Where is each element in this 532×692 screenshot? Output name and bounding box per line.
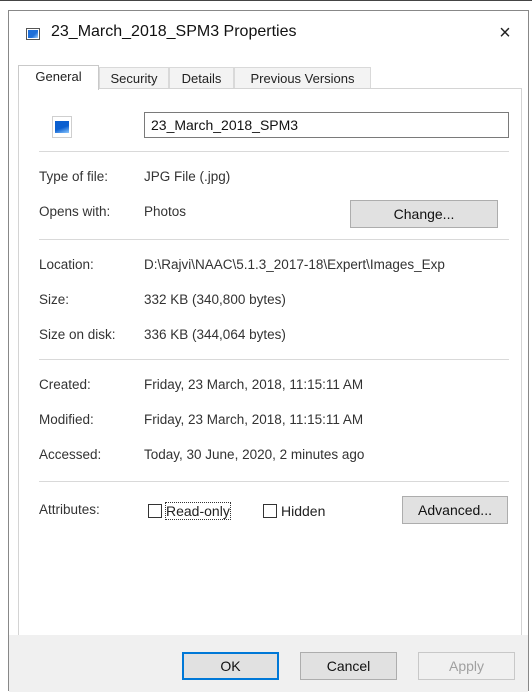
modified-label: Modified: [39,412,94,427]
divider [39,359,509,360]
size-value: 332 KB (340,800 bytes) [144,292,286,307]
checkbox-box[interactable] [263,504,277,518]
ok-button-label: OK [220,658,241,674]
tab-details[interactable]: Details [169,67,234,89]
tab-general[interactable]: General [18,65,99,90]
size-on-disk-value: 336 KB (344,064 bytes) [144,327,286,342]
tab-previous-versions[interactable]: Previous Versions [234,67,371,89]
change-button-label: Change... [393,206,455,222]
photo-file-icon [52,116,72,138]
properties-dialog: 23_March_2018_SPM3 Properties × General … [8,10,529,692]
opens-with-value: Photos [144,204,187,219]
title-bar[interactable]: 23_March_2018_SPM3 Properties × [9,11,528,55]
ok-button[interactable]: OK [182,652,279,680]
hidden-checkbox[interactable]: Hidden [263,501,325,521]
size-label: Size: [39,292,70,307]
advanced-button[interactable]: Advanced... [402,496,508,524]
file-name-input[interactable] [144,112,509,138]
general-panel: Type of file: JPG File (.jpg) Opens with… [18,88,522,675]
accessed-label: Accessed: [39,447,102,462]
close-button[interactable]: × [490,19,520,47]
size-on-disk-label: Size on disk: [39,327,116,342]
hidden-label: Hidden [281,503,326,519]
read-only-label: Read-only [165,502,231,520]
cancel-button-label: Cancel [326,658,371,674]
dialog-footer: OK Cancel Apply [9,635,528,692]
modified-value: Friday, 23 March, 2018, 11:15:11 AM [144,412,364,427]
type-of-file-label: Type of file: [39,169,109,184]
image-file-icon [26,28,40,40]
location-value: D:\Rajvi\NAAC\5.1.3_2017-18\Expert\Image… [144,257,445,272]
type-of-file-value: JPG File (.jpg) [144,169,231,184]
attributes-label: Attributes: [39,502,100,517]
window-title: 23_March_2018_SPM3 Properties [51,23,297,40]
opens-with-label: Opens with: [39,204,111,219]
apply-button-label: Apply [448,658,485,674]
divider [39,239,509,240]
created-value: Friday, 23 March, 2018, 11:15:11 AM [144,377,364,392]
tab-security[interactable]: Security [99,67,169,89]
created-label: Created: [39,377,91,392]
divider [39,481,509,482]
read-only-checkbox[interactable]: Read-only [148,501,231,521]
location-label: Location: [39,257,94,272]
cancel-button[interactable]: Cancel [300,652,397,680]
dialog-body: General Security Details Previous Versio… [9,55,528,675]
accessed-value: Today, 30 June, 2020, 2 minutes ago [144,447,365,462]
advanced-button-label: Advanced... [418,502,492,518]
checkbox-box[interactable] [148,504,162,518]
divider [39,151,509,152]
screen-top-line [0,0,532,1]
change-button[interactable]: Change... [350,200,498,228]
apply-button[interactable]: Apply [418,652,515,680]
